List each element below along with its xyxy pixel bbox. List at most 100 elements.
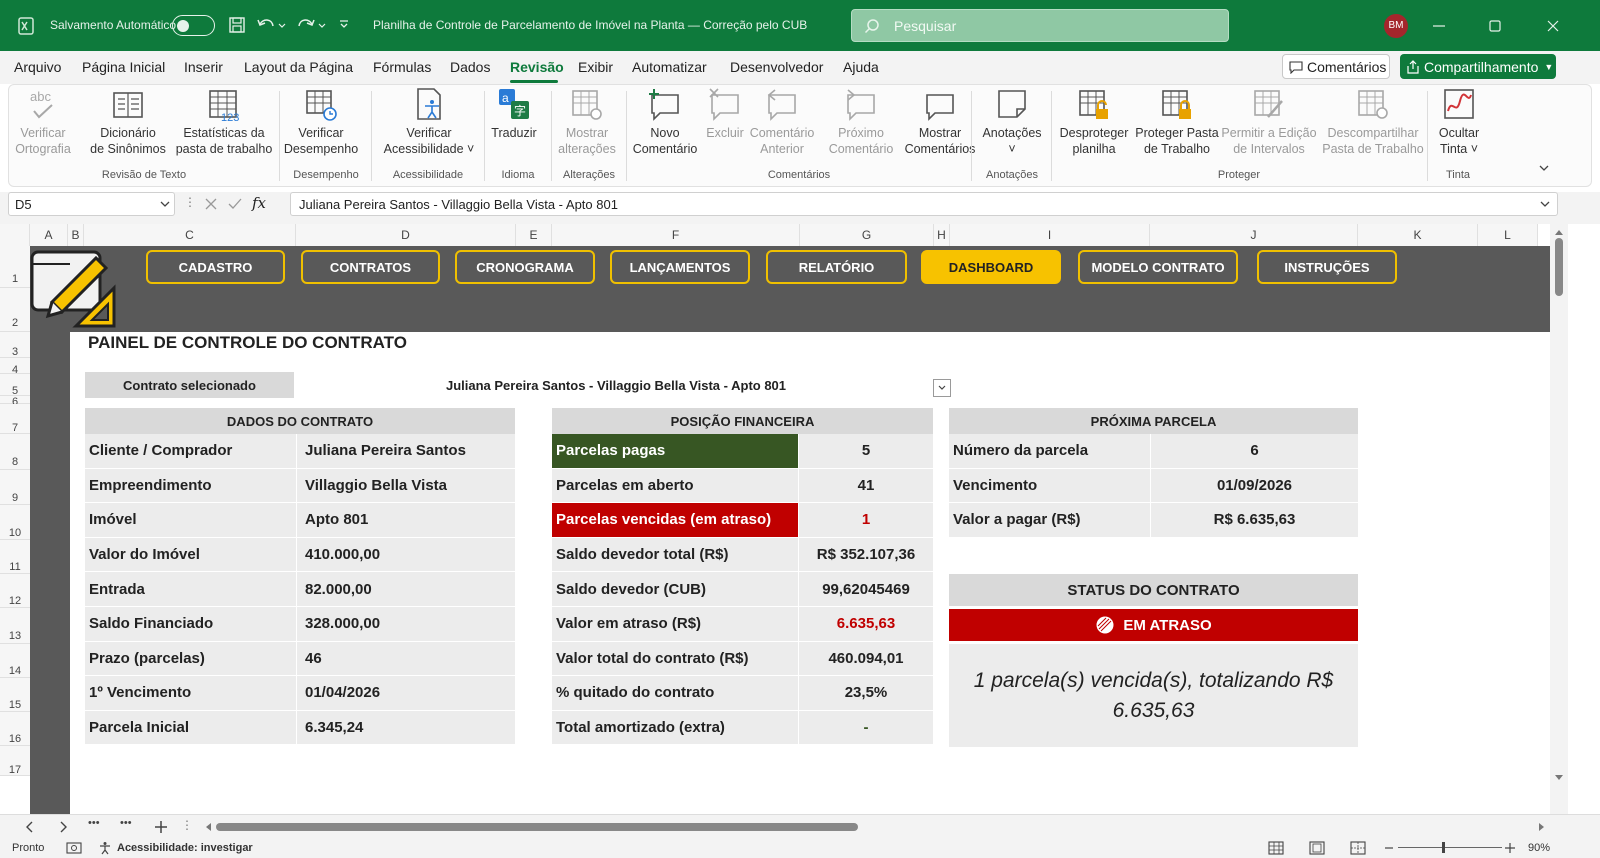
- insert-function-icon[interactable]: fx: [252, 194, 266, 212]
- name-box[interactable]: D5: [8, 192, 175, 216]
- ribbon-button-workbook-stats[interactable]: 123 Estatísticas da pasta de trabalho: [167, 87, 281, 157]
- menu-ajuda[interactable]: Ajuda: [843, 59, 879, 75]
- menu-exibir[interactable]: Exibir: [578, 59, 613, 75]
- accessibility-status-icon[interactable]: [98, 841, 112, 855]
- nav-button-modelo-contrato[interactable]: MODELO CONTRATO: [1078, 250, 1238, 284]
- normal-view-icon[interactable]: [1268, 841, 1284, 855]
- cancel-entry-icon[interactable]: [204, 197, 218, 211]
- horizontal-scroll-thumb[interactable]: [216, 823, 858, 831]
- column-header-a[interactable]: A: [30, 224, 68, 246]
- prev-sheet-icon[interactable]: [25, 821, 35, 833]
- ribbon-button-show-comments[interactable]: Mostrar Comentários: [903, 87, 977, 157]
- row-header-7[interactable]: 7: [0, 404, 30, 434]
- nav-button-lan-amentos[interactable]: LANÇAMENTOS: [610, 250, 750, 284]
- column-header-d[interactable]: D: [296, 224, 516, 246]
- more-sheets-right-icon[interactable]: •••: [120, 817, 132, 829]
- nav-button-cadastro[interactable]: CADASTRO: [146, 250, 285, 284]
- vertical-scrollbar[interactable]: [1550, 224, 1568, 814]
- comments-button[interactable]: Comentários: [1282, 54, 1390, 79]
- more-sheets-left-icon[interactable]: •••: [88, 817, 100, 829]
- zoom-slider-thumb[interactable]: [1442, 842, 1445, 853]
- minimize-icon[interactable]: [1432, 20, 1446, 32]
- nav-button-instru-es[interactable]: INSTRUÇÕES: [1257, 250, 1397, 284]
- row-header-12[interactable]: 12: [0, 574, 30, 608]
- row-header-6[interactable]: 6: [0, 396, 30, 408]
- row-header-15[interactable]: 15: [0, 678, 30, 712]
- autosave-toggle[interactable]: [172, 15, 215, 36]
- vertical-scroll-thumb[interactable]: [1555, 238, 1563, 296]
- next-sheet-icon[interactable]: [58, 821, 68, 833]
- hscroll-right-icon[interactable]: [1538, 822, 1546, 832]
- scroll-down-icon[interactable]: [1554, 774, 1564, 782]
- search-box[interactable]: Pesquisar: [851, 9, 1229, 42]
- excel-logo-icon[interactable]: [16, 16, 36, 36]
- ribbon-collapse-icon[interactable]: [1538, 163, 1550, 173]
- menu-desenvolvedor[interactable]: Desenvolvedor: [730, 59, 823, 75]
- save-icon[interactable]: [228, 16, 246, 34]
- maximize-icon[interactable]: [1488, 19, 1502, 33]
- ribbon-button-translate[interactable]: a 字 Traduzir: [483, 87, 545, 141]
- contract-dropdown-button[interactable]: [933, 379, 951, 397]
- ribbon-button-allow-edit-ranges[interactable]: Permitir a Edição de Intervalos: [1219, 87, 1319, 157]
- row-header-16[interactable]: 16: [0, 712, 30, 746]
- ribbon-button-protect-workbook[interactable]: Proteger Pasta de Trabalho: [1135, 87, 1219, 157]
- menu-arquivo[interactable]: Arquivo: [14, 59, 61, 75]
- column-header-j[interactable]: J: [1150, 224, 1358, 246]
- row-header-4[interactable]: 4: [0, 358, 30, 376]
- scroll-up-icon[interactable]: [1554, 228, 1564, 236]
- menu-formulas[interactable]: Fórmulas: [373, 59, 431, 75]
- row-header-14[interactable]: 14: [0, 644, 30, 678]
- zoom-level[interactable]: 90%: [1528, 842, 1550, 854]
- column-header-l[interactable]: L: [1478, 224, 1538, 246]
- row-header-5[interactable]: 5: [0, 374, 30, 397]
- zoom-out-icon[interactable]: [1384, 842, 1394, 854]
- ribbon-button-accessibility[interactable]: Verificar Acessibilidade ˅: [377, 87, 481, 157]
- ribbon-button-delete-comment[interactable]: Excluir: [702, 87, 748, 141]
- customize-qat-icon[interactable]: [338, 18, 350, 30]
- column-header-h[interactable]: H: [934, 224, 950, 246]
- column-header-b[interactable]: B: [68, 224, 84, 246]
- row-header-2[interactable]: 2: [0, 288, 30, 332]
- nav-button-cronograma[interactable]: CRONOGRAMA: [455, 250, 595, 284]
- ribbon-button-notes[interactable]: Anotações ˅: [977, 87, 1047, 157]
- menu-dados[interactable]: Dados: [450, 59, 490, 75]
- ribbon-button-unshare-workbook[interactable]: Descompartilhar Pasta de Trabalho: [1319, 87, 1427, 157]
- row-header-17[interactable]: 17: [0, 746, 30, 776]
- sheet-bar-grip-icon[interactable]: ⋮: [181, 818, 193, 832]
- column-header-g[interactable]: G: [800, 224, 934, 246]
- row-header-10[interactable]: 10: [0, 505, 30, 540]
- ribbon-button-hide-ink[interactable]: Ocultar Tinta ˅: [1435, 87, 1483, 157]
- row-header-8[interactable]: 8: [0, 434, 30, 470]
- menu-layout-pagina[interactable]: Layout da Página: [244, 59, 353, 75]
- ribbon-button-new-comment[interactable]: Novo Comentário: [629, 87, 701, 157]
- formula-bar-grip-icon[interactable]: ⋮: [184, 195, 196, 209]
- close-icon[interactable]: [1546, 19, 1560, 33]
- row-header-9[interactable]: 9: [0, 470, 30, 505]
- nav-button-dashboard[interactable]: DASHBOARD: [921, 250, 1061, 284]
- undo-icon[interactable]: [256, 16, 286, 34]
- zoom-slider[interactable]: [1398, 842, 1502, 853]
- add-sheet-icon[interactable]: [154, 820, 168, 834]
- nav-button-relat-rio[interactable]: RELATÓRIO: [766, 250, 907, 284]
- column-header-f[interactable]: F: [552, 224, 800, 246]
- row-header-13[interactable]: 13: [0, 608, 30, 644]
- confirm-entry-icon[interactable]: [228, 197, 242, 211]
- column-header-i[interactable]: I: [950, 224, 1150, 246]
- menu-revisao[interactable]: Revisão: [510, 59, 564, 75]
- column-header-k[interactable]: K: [1358, 224, 1478, 246]
- ribbon-button-spellcheck[interactable]: abc Verificar Ortografia: [11, 87, 75, 157]
- redo-icon[interactable]: [296, 16, 326, 34]
- page-break-view-icon[interactable]: [1350, 841, 1366, 855]
- page-layout-view-icon[interactable]: [1309, 841, 1325, 855]
- user-avatar[interactable]: BM: [1384, 14, 1408, 38]
- zoom-in-icon[interactable]: [1504, 842, 1516, 854]
- menu-automatizar[interactable]: Automatizar: [632, 59, 707, 75]
- menu-inserir[interactable]: Inserir: [184, 59, 223, 75]
- menu-pagina-inicial[interactable]: Página Inicial: [82, 59, 165, 75]
- row-header-3[interactable]: 3: [0, 332, 30, 358]
- row-header-11[interactable]: 11: [0, 540, 30, 574]
- row-header-1[interactable]: 1: [0, 246, 30, 288]
- formula-input[interactable]: Juliana Pereira Santos - Villaggio Bella…: [290, 192, 1558, 216]
- hscroll-left-icon[interactable]: [204, 822, 212, 832]
- nav-button-contratos[interactable]: CONTRATOS: [301, 250, 440, 284]
